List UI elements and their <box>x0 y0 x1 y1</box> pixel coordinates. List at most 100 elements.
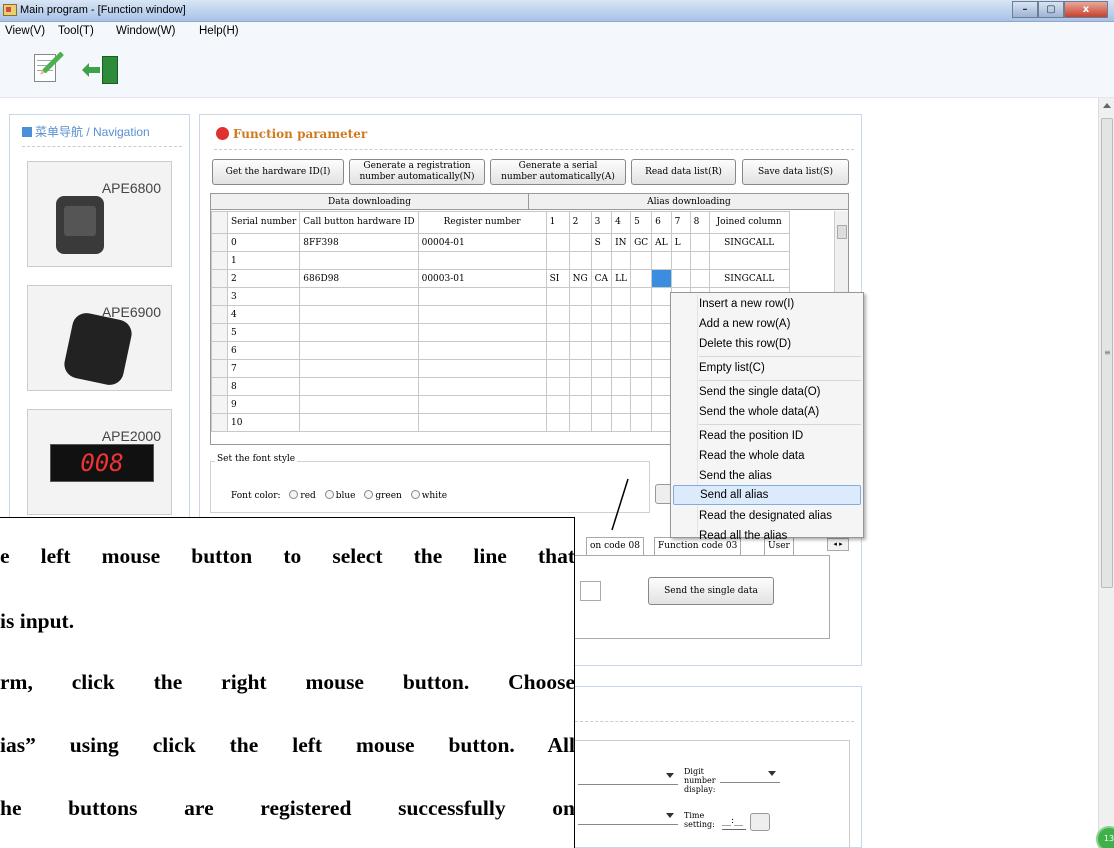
time-field[interactable]: __:__ <box>722 816 746 830</box>
table-cell[interactable] <box>630 251 653 270</box>
product-card-ape2000[interactable]: 008 APE2000 <box>27 409 172 515</box>
table-cell[interactable]: 4 <box>226 305 301 324</box>
table-cell[interactable]: 00003-01 <box>417 269 547 288</box>
table-cell[interactable] <box>630 305 653 324</box>
table-cell[interactable] <box>651 341 672 360</box>
select-all-cell[interactable] <box>211 211 228 234</box>
grid-scroll-thumb[interactable] <box>837 225 847 239</box>
table-cell[interactable]: IN <box>611 233 632 252</box>
table-cell[interactable] <box>611 251 632 270</box>
column-header[interactable]: 5 <box>630 211 653 234</box>
table-cell[interactable] <box>651 359 672 378</box>
table-cell[interactable] <box>417 341 547 360</box>
table-cell[interactable]: 3 <box>226 287 301 306</box>
row-header[interactable] <box>211 269 228 288</box>
table-cell[interactable]: 00004-01 <box>417 233 547 252</box>
column-header[interactable]: Joined column <box>708 211 790 234</box>
table-cell[interactable] <box>568 359 592 378</box>
table-cell[interactable] <box>630 395 653 414</box>
table-cell[interactable]: GC <box>630 233 653 252</box>
menu-empty-list[interactable]: Empty list(C) <box>673 358 861 378</box>
table-cell[interactable] <box>590 377 613 396</box>
table-cell[interactable]: S <box>590 233 613 252</box>
column-header[interactable]: 1 <box>545 211 570 234</box>
menu-read-designated-alias[interactable]: Read the designated alias <box>673 506 861 526</box>
exit-icon[interactable] <box>82 50 124 90</box>
table-cell[interactable] <box>545 359 570 378</box>
table-cell[interactable] <box>545 395 570 414</box>
table-cell[interactable] <box>417 359 547 378</box>
column-header[interactable]: 3 <box>590 211 613 234</box>
table-cell[interactable] <box>417 251 547 270</box>
menu-send-all-alias[interactable]: Send all alias <box>673 485 861 505</box>
table-cell[interactable]: 9 <box>226 395 301 414</box>
table-cell[interactable] <box>568 287 592 306</box>
column-header[interactable]: 8 <box>689 211 710 234</box>
table-cell[interactable] <box>590 251 613 270</box>
table-cell[interactable] <box>611 323 632 342</box>
table-cell[interactable] <box>568 413 592 432</box>
table-cell[interactable] <box>545 413 570 432</box>
table-cell[interactable]: 5 <box>226 323 301 342</box>
column-header[interactable]: Call button hardware ID <box>299 211 419 234</box>
table-cell[interactable]: 0 <box>226 233 301 252</box>
table-cell[interactable] <box>630 413 653 432</box>
table-cell[interactable] <box>651 413 672 432</box>
table-cell[interactable] <box>651 287 672 306</box>
table-cell[interactable] <box>708 251 790 270</box>
table-cell[interactable] <box>299 395 419 414</box>
table-cell[interactable] <box>299 377 419 396</box>
column-header[interactable]: Register number <box>417 211 547 234</box>
table-cell[interactable] <box>630 323 653 342</box>
scroll-up-icon[interactable] <box>1103 103 1111 108</box>
close-button[interactable]: x <box>1064 1 1108 18</box>
product-card-ape6800[interactable]: APE6800 <box>27 161 172 267</box>
menu-help[interactable]: Help(H) <box>199 25 239 37</box>
column-header[interactable]: 6 <box>651 211 672 234</box>
tab-function-code-08[interactable]: on code 08 <box>586 537 644 555</box>
get-hardware-id-button[interactable]: Get the hardware ID(I) <box>212 159 344 185</box>
table-cell[interactable]: 7 <box>226 359 301 378</box>
table-cell[interactable] <box>630 377 653 396</box>
menu-tool[interactable]: Tool(T) <box>58 25 94 37</box>
table-cell[interactable] <box>568 305 592 324</box>
menu-add-row[interactable]: Add a new row(A) <box>673 314 861 334</box>
table-cell[interactable] <box>670 251 691 270</box>
product-card-ape6900[interactable]: APE6900 <box>27 285 172 391</box>
table-cell[interactable] <box>545 341 570 360</box>
table-cell[interactable] <box>299 251 419 270</box>
table-cell[interactable] <box>545 233 570 252</box>
table-cell[interactable] <box>611 395 632 414</box>
save-data-list-button[interactable]: Save data list(S) <box>742 159 849 185</box>
menu-delete-row[interactable]: Delete this row(D) <box>673 334 861 354</box>
table-cell[interactable] <box>590 359 613 378</box>
menu-view[interactable]: View(V) <box>5 25 45 37</box>
generate-registration-button[interactable]: Generate a registration number automatic… <box>349 159 485 185</box>
row-header[interactable] <box>211 341 228 360</box>
table-cell[interactable]: 1 <box>226 251 301 270</box>
menu-read-position-id[interactable]: Read the position ID <box>673 426 861 446</box>
table-cell[interactable] <box>611 287 632 306</box>
status-badge[interactable]: 13 <box>1096 826 1114 848</box>
table-cell[interactable] <box>590 305 613 324</box>
tab-input-field[interactable] <box>580 581 601 601</box>
table-cell[interactable] <box>568 377 592 396</box>
table-cell[interactable]: SINGCALL <box>708 269 790 288</box>
row-header[interactable] <box>211 413 228 432</box>
table-cell[interactable] <box>417 287 547 306</box>
table-cell[interactable]: 10 <box>226 413 301 432</box>
table-cell[interactable] <box>568 233 592 252</box>
table-cell[interactable]: SINGCALL <box>708 233 790 252</box>
table-cell[interactable]: CA <box>590 269 613 288</box>
table-cell[interactable]: SI <box>545 269 570 288</box>
table-cell[interactable] <box>417 323 547 342</box>
menu-send-whole-data[interactable]: Send the whole data(A) <box>673 402 861 422</box>
table-row[interactable]: 2 686D98 00003-01 SI NG CA LL SINGCALL <box>211 269 790 288</box>
table-cell[interactable] <box>630 269 653 288</box>
menu-read-all-alias[interactable]: Read all the alias <box>673 526 861 546</box>
table-cell[interactable] <box>689 251 710 270</box>
table-cell[interactable]: AL <box>651 233 672 252</box>
left-combobox[interactable] <box>578 767 678 785</box>
column-header[interactable]: 2 <box>568 211 592 234</box>
row-header[interactable] <box>211 323 228 342</box>
